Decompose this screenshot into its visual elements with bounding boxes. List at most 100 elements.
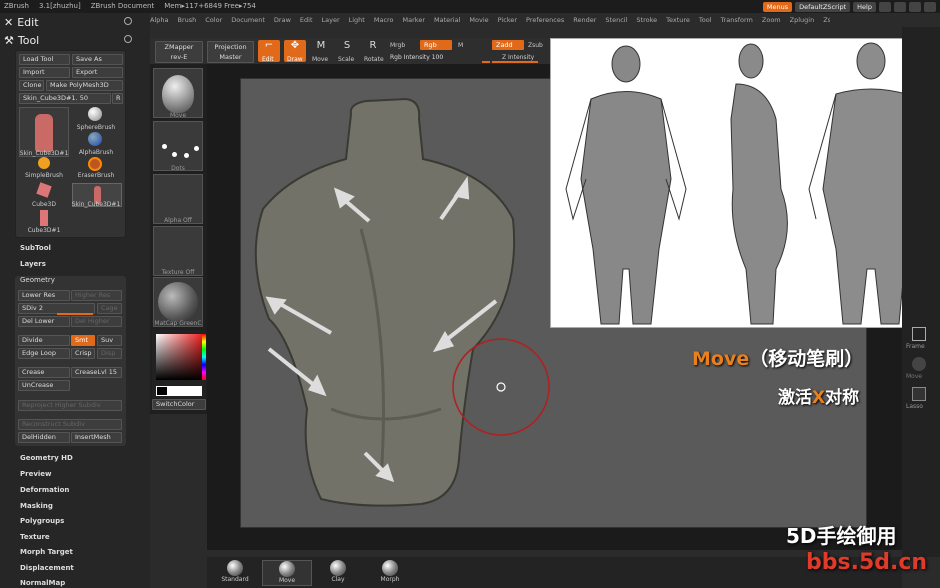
menu-item-light[interactable]: Light — [349, 16, 365, 24]
menu-item-texture[interactable]: Texture — [666, 16, 690, 24]
crease-level-slider[interactable]: CreaseLvl 15 — [71, 367, 122, 378]
minimize-icon[interactable] — [879, 1, 891, 12]
section-displacement[interactable]: Displacement — [20, 564, 74, 572]
default-zscript-button[interactable]: DefaultZScript — [795, 1, 851, 12]
zadd-button[interactable]: Zadd — [492, 40, 524, 50]
layers-section[interactable]: Layers — [20, 260, 46, 268]
sphere-brush-icon[interactable] — [88, 107, 102, 121]
menu-item-alpha[interactable]: Alpha — [150, 16, 168, 24]
save-as-button[interactable]: Save As — [72, 54, 123, 65]
section-normalmap[interactable]: NormalMap — [20, 579, 65, 587]
color-gradient[interactable] — [156, 334, 202, 380]
section-texture[interactable]: Texture — [20, 533, 50, 541]
crisp-button[interactable]: Crisp — [71, 348, 95, 359]
crease-button[interactable]: Crease — [18, 367, 70, 378]
del-higher-button[interactable]: Del Higher — [71, 316, 122, 327]
cage-button[interactable]: Cage — [97, 303, 122, 314]
suv-toggle[interactable]: Suv — [97, 335, 122, 346]
switch-color-button[interactable]: SwitchColor — [152, 399, 206, 410]
menu-item-tool[interactable]: Tool — [699, 16, 712, 24]
menu-item-material[interactable]: Material — [434, 16, 460, 24]
zsub-button[interactable]: Zsub — [528, 42, 543, 49]
maximize-icon[interactable] — [894, 1, 906, 12]
standard-brush-button[interactable]: Standard — [217, 560, 253, 586]
section-deformation[interactable]: Deformation — [20, 486, 69, 494]
pin-icon[interactable] — [124, 35, 132, 43]
z-intensity-slider[interactable]: Z Intensity — [502, 54, 534, 61]
load-tool-button[interactable]: Load Tool — [19, 54, 70, 65]
section-preview[interactable]: Preview — [20, 470, 52, 478]
smt-toggle[interactable]: Smt — [71, 335, 95, 346]
current-tool-slider[interactable]: Skin_Cube3D#1. 50 — [19, 93, 111, 104]
section-polygroups[interactable]: Polygroups — [20, 517, 64, 525]
projection-master-button[interactable]: Projection Master — [207, 41, 254, 63]
import-button[interactable]: Import — [19, 67, 70, 78]
restore-icon[interactable] — [909, 1, 921, 12]
main-color[interactable] — [168, 386, 202, 396]
color-picker[interactable] — [152, 330, 206, 398]
alpha-brush-icon[interactable] — [88, 132, 102, 146]
menu-item-zscript[interactable]: Zscript — [823, 16, 830, 24]
morph-brush-button[interactable]: Morph — [372, 560, 408, 586]
section-geometry-hd[interactable]: Geometry HD — [20, 454, 73, 462]
r-button[interactable]: R — [112, 93, 123, 104]
tool-palette-title[interactable]: ⚒ Tool — [0, 31, 150, 49]
help-button[interactable]: Help — [853, 1, 876, 12]
brush-selector[interactable] — [153, 68, 203, 118]
menu-item-picker[interactable]: Picker — [498, 16, 517, 24]
pin-icon[interactable] — [124, 17, 132, 25]
menu-item-preferences[interactable]: Preferences — [526, 16, 564, 24]
edit-palette-title[interactable]: ✕ Edit — [0, 13, 150, 31]
make-polymesh-button[interactable]: Make PolyMesh3D — [46, 80, 123, 91]
menu-item-transform[interactable]: Transform — [721, 16, 753, 24]
cube3d-icon[interactable] — [36, 182, 52, 198]
menu-item-render[interactable]: Render — [573, 16, 596, 24]
secondary-color[interactable] — [156, 386, 168, 396]
hue-strip[interactable] — [202, 334, 206, 380]
delhidden-button[interactable]: DelHidden — [18, 432, 70, 443]
rgb-button[interactable]: Rgb — [420, 40, 452, 50]
geometry-title[interactable]: Geometry — [20, 276, 55, 284]
close-icon[interactable] — [924, 1, 936, 12]
frame-icon[interactable] — [912, 327, 926, 341]
move-brush-button[interactable]: Move — [262, 560, 312, 586]
del-lower-button[interactable]: Del Lower — [18, 316, 70, 327]
clay-brush-button[interactable]: Clay — [320, 560, 356, 586]
section-morph-target[interactable]: Morph Target — [20, 548, 73, 556]
lasso-icon[interactable] — [912, 387, 926, 401]
menu-item-layer[interactable]: Layer — [322, 16, 340, 24]
move-view-icon[interactable] — [912, 357, 926, 371]
menu-item-zoom[interactable]: Zoom — [762, 16, 781, 24]
reconstruct-button[interactable]: Reconstruct Subdiv — [18, 419, 122, 430]
menu-item-zplugin[interactable]: Zplugin — [790, 16, 815, 24]
menu-item-stencil[interactable]: Stencil — [605, 16, 627, 24]
export-button[interactable]: Export — [72, 67, 123, 78]
uncrease-button[interactable]: UnCrease — [18, 380, 70, 391]
reproject-button[interactable]: Reproject Higher Subdiv — [18, 400, 122, 411]
section-masking[interactable]: Masking — [20, 502, 53, 510]
zmapper-button[interactable]: ZMapper rev-E — [155, 41, 203, 63]
lower-res-button[interactable]: Lower Res — [18, 290, 70, 301]
menu-item-draw[interactable]: Draw — [274, 16, 291, 24]
subtool-section[interactable]: SubTool — [20, 244, 51, 252]
simple-brush-icon[interactable] — [38, 157, 50, 169]
stroke-selector[interactable] — [153, 121, 203, 171]
mrgb-button[interactable]: Mrgb — [390, 42, 405, 49]
menu-item-edit[interactable]: Edit — [300, 16, 313, 24]
menu-item-marker[interactable]: Marker — [403, 16, 425, 24]
menu-item-color[interactable]: Color — [205, 16, 222, 24]
rgb-intensity-slider[interactable]: Rgb Intensity 100 — [390, 54, 443, 61]
menus-button[interactable]: Menus — [762, 1, 793, 12]
divide-button[interactable]: Divide — [18, 335, 70, 346]
menu-item-brush[interactable]: Brush — [177, 16, 196, 24]
m-button[interactable]: M — [458, 42, 463, 49]
menu-item-document[interactable]: Document — [231, 16, 265, 24]
higher-res-button[interactable]: Higher Res — [71, 290, 122, 301]
menu-item-stroke[interactable]: Stroke — [636, 16, 657, 24]
insertmesh-button[interactable]: InsertMesh — [71, 432, 122, 443]
menu-item-macro[interactable]: Macro — [374, 16, 394, 24]
disp-slider[interactable]: Disp — [97, 348, 122, 359]
clone-button[interactable]: Clone — [19, 80, 44, 91]
menu-item-movie[interactable]: Movie — [469, 16, 488, 24]
edge-loop-button[interactable]: Edge Loop — [18, 348, 70, 359]
